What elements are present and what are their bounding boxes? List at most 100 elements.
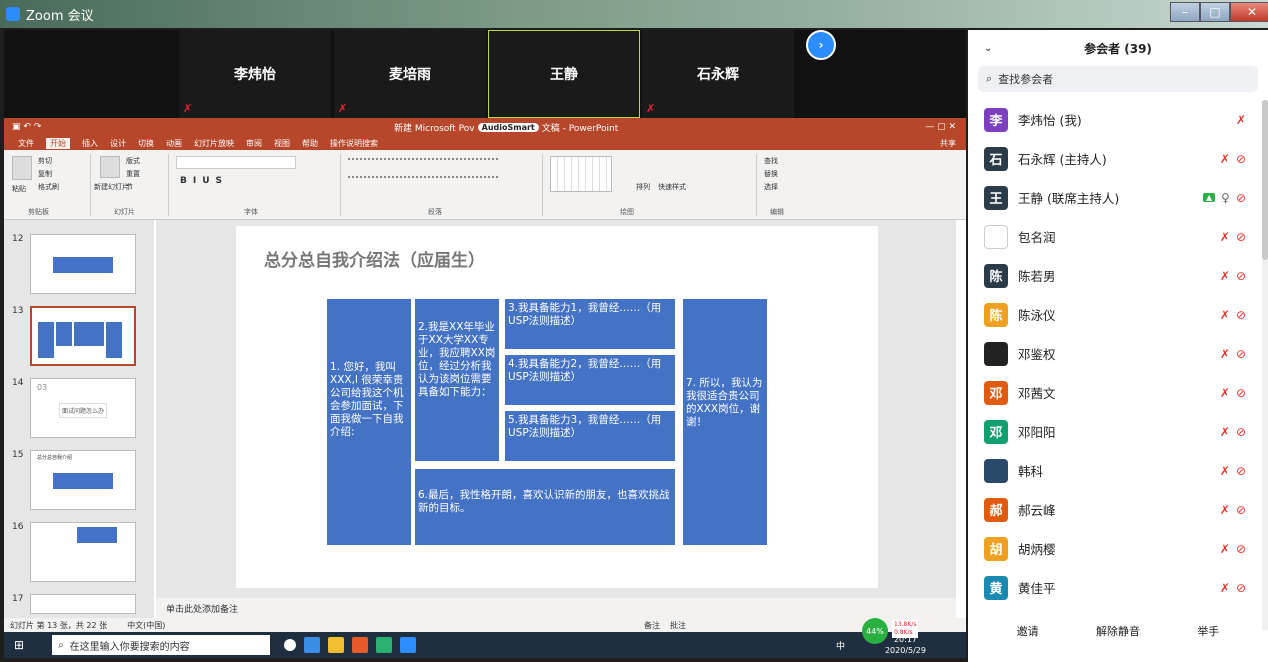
taskbar-search[interactable]: ⌕ 在这里输入你要搜索的内容 bbox=[52, 635, 271, 655]
app-icon[interactable] bbox=[376, 637, 393, 653]
thumb-number: 13 bbox=[12, 306, 24, 316]
panel-header: ⌄ 参会者 (39) bbox=[968, 30, 1268, 66]
select-button[interactable]: 选择 bbox=[764, 182, 778, 192]
format-painter-button[interactable]: 格式刷 bbox=[38, 182, 59, 192]
participant-name: 邓茜文 bbox=[1018, 386, 1056, 401]
participant-row[interactable]: 邓邓茜文 ✗ ⊘ bbox=[968, 373, 1260, 412]
paragraph-list-buttons[interactable] bbox=[348, 158, 498, 166]
video-tile[interactable]: 李炜怡 ✗ bbox=[179, 30, 331, 118]
minimize-button[interactable]: – bbox=[1170, 2, 1200, 22]
ime-indicator[interactable]: 中 bbox=[836, 639, 845, 652]
menu-view[interactable]: 视图 bbox=[274, 138, 290, 149]
participant-search[interactable]: ⌕ 查找参会者 bbox=[978, 66, 1258, 92]
notes-pane[interactable]: 单击此处添加备注 bbox=[156, 598, 956, 618]
unmute-button[interactable]: 解除静音 bbox=[1086, 618, 1150, 644]
maximize-button[interactable]: □ bbox=[1200, 2, 1230, 22]
participant-row[interactable]: 黄黄佳平 ✗ ⊘ bbox=[968, 568, 1260, 607]
panel-scrollbar[interactable] bbox=[1262, 100, 1268, 630]
participant-row[interactable]: 陈陈泳仪 ✗ ⊘ bbox=[968, 295, 1260, 334]
mic-muted-icon: ✗ bbox=[338, 102, 348, 115]
save-icon[interactable]: ▣ ↶ ↷ bbox=[12, 122, 41, 132]
audiosmart-tag: AudioSmart bbox=[477, 122, 539, 132]
paste-icon[interactable] bbox=[12, 156, 32, 180]
menu-animations[interactable]: 动画 bbox=[166, 138, 182, 149]
avatar: 陈 bbox=[984, 302, 1008, 327]
video-tile[interactable]: 石永辉 ✗ bbox=[642, 30, 794, 118]
edge-icon[interactable] bbox=[304, 637, 321, 653]
explorer-icon[interactable] bbox=[328, 637, 345, 653]
participant-row[interactable]: 陈陈若男 ✗ ⊘ bbox=[968, 256, 1260, 295]
mic-muted-icon: ✗ bbox=[1219, 502, 1230, 517]
slide-thumb-16[interactable] bbox=[30, 522, 136, 582]
collapse-chevron-icon[interactable]: ⌄ bbox=[984, 43, 992, 54]
ppt-share-button[interactable]: 共享 bbox=[940, 138, 956, 149]
ppt-window-controls[interactable]: — ▢ ✕ bbox=[925, 122, 956, 132]
menu-file[interactable]: 文件 bbox=[18, 138, 34, 149]
slide-box-4: 4.我具备能力2，我曾经……（用USP法则描述） bbox=[504, 354, 676, 406]
quick-style-button[interactable]: 快速样式 bbox=[658, 182, 686, 192]
participant-row[interactable]: 包名润 ✗ ⊘ bbox=[968, 217, 1260, 256]
menu-transitions[interactable]: 切换 bbox=[138, 138, 154, 149]
participant-row[interactable]: 石石永辉 (主持人) ✗ ⊘ bbox=[968, 139, 1260, 178]
arrange-button[interactable]: 排列 bbox=[636, 182, 650, 192]
replace-button[interactable]: 替换 bbox=[764, 169, 778, 179]
slide-thumb-17[interactable] bbox=[30, 594, 136, 614]
zoom-taskbar-icon[interactable] bbox=[400, 637, 417, 653]
participant-row[interactable]: 邓邓阳阳 ✗ ⊘ bbox=[968, 412, 1260, 451]
mic-muted-icon: ✗ bbox=[1235, 112, 1246, 127]
font-name-select[interactable] bbox=[176, 156, 296, 169]
video-tile[interactable]: 麦培雨 ✗ bbox=[334, 30, 486, 118]
video-off-icon: ⊘ bbox=[1235, 385, 1246, 400]
clock-time: 20:17 bbox=[893, 635, 918, 644]
close-button[interactable]: ✕ bbox=[1230, 2, 1268, 22]
mic-muted-icon: ✗ bbox=[646, 102, 656, 115]
find-button[interactable]: 查找 bbox=[764, 156, 778, 166]
zoom-logo-icon bbox=[6, 7, 20, 21]
participant-row[interactable]: 王王静 (联席主持人) ▲ ♀ ⊘ bbox=[968, 178, 1260, 217]
notes-toggle[interactable]: 备注 bbox=[644, 620, 660, 631]
avatar bbox=[984, 458, 1008, 483]
layout-button[interactable]: 版式 bbox=[126, 156, 140, 166]
section-button[interactable]: 节 bbox=[126, 182, 133, 192]
cortana-icon[interactable] bbox=[284, 639, 297, 651]
cut-button[interactable]: 剪切 bbox=[38, 156, 52, 166]
copy-button[interactable]: 复制 bbox=[38, 169, 52, 179]
reset-button[interactable]: 重置 bbox=[126, 169, 140, 179]
comments-toggle[interactable]: 批注 bbox=[670, 620, 686, 631]
video-off-icon: ⊘ bbox=[1235, 307, 1246, 322]
menu-home[interactable]: 开始 bbox=[46, 137, 70, 149]
clock[interactable]: 20:17 2020/5/29 bbox=[885, 634, 926, 656]
slide-thumb-14[interactable]: 03 面试问题怎么办 bbox=[30, 378, 136, 438]
video-name: 李炜怡 bbox=[234, 67, 276, 83]
menu-help[interactable]: 帮助 bbox=[302, 138, 318, 149]
participant-row[interactable]: 韩科 ✗ ⊘ bbox=[968, 451, 1260, 490]
participant-row[interactable]: 胡胡炳樱 ✗ ⊘ bbox=[968, 529, 1260, 568]
participant-row[interactable]: 邓鉴权 ✗ ⊘ bbox=[968, 334, 1260, 373]
slide-thumb-15[interactable]: 总分总自我介绍 bbox=[30, 450, 136, 510]
menu-slideshow[interactable]: 幻灯片放映 bbox=[194, 138, 234, 149]
participant-row[interactable]: 郝郝云峰 ✗ ⊘ bbox=[968, 490, 1260, 529]
video-off-icon: ⊘ bbox=[1235, 463, 1246, 478]
powerpoint-icon[interactable] bbox=[352, 637, 369, 653]
panel-title: 参会者 (39) bbox=[1084, 41, 1152, 56]
raise-hand-button[interactable]: 举手 bbox=[1187, 618, 1229, 644]
windows-start-icon[interactable]: ⊞ bbox=[14, 638, 24, 652]
new-slide-icon[interactable] bbox=[100, 156, 120, 178]
paragraph-align-buttons[interactable] bbox=[348, 176, 498, 184]
slide-thumb-13[interactable] bbox=[30, 306, 136, 366]
menu-design[interactable]: 设计 bbox=[110, 138, 126, 149]
paste-label: 粘贴 bbox=[12, 185, 26, 193]
menu-insert[interactable]: 插入 bbox=[82, 138, 98, 149]
slide-box-5: 5.我具备能力3，我曾经……（用USP法则描述） bbox=[504, 410, 676, 462]
video-tile-active[interactable]: 王静 bbox=[488, 30, 640, 118]
menu-review[interactable]: 审阅 bbox=[246, 138, 262, 149]
font-format-buttons[interactable]: BIUS bbox=[180, 176, 228, 186]
next-page-button[interactable]: › bbox=[806, 30, 836, 60]
slide-thumb-12[interactable] bbox=[30, 234, 136, 294]
invite-button[interactable]: 邀请 bbox=[1007, 618, 1049, 644]
menu-search[interactable]: 操作说明搜索 bbox=[330, 138, 378, 149]
participant-row[interactable]: 李李炜怡 (我) ✗ bbox=[968, 100, 1260, 139]
shapes-gallery[interactable] bbox=[550, 156, 612, 192]
participant-name: 胡炳樱 bbox=[1018, 542, 1056, 557]
thumb-number: 14 bbox=[12, 378, 24, 388]
